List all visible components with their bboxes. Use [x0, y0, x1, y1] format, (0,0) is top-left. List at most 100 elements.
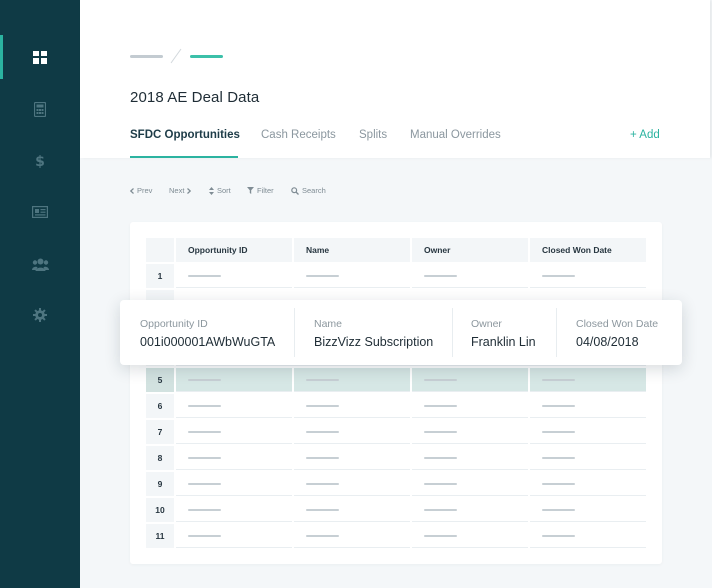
table-cell[interactable]	[176, 472, 292, 496]
table-cell[interactable]	[530, 264, 646, 288]
tab-splits[interactable]: Splits	[359, 129, 387, 141]
svg-text:$: $	[35, 154, 45, 169]
page-title: 2018 AE Deal Data	[130, 89, 260, 106]
table-cell[interactable]	[412, 264, 528, 288]
redacted-text	[188, 431, 221, 433]
filter-label: Filter	[257, 186, 274, 195]
breadcrumb-parent[interactable]	[130, 55, 163, 58]
redacted-text	[424, 457, 457, 459]
table-cell[interactable]	[530, 420, 646, 444]
add-button[interactable]: + Add	[630, 129, 660, 141]
table-cell[interactable]	[412, 524, 528, 548]
popover-value[interactable]: BizzVizz Subscription	[314, 335, 433, 349]
table-cell[interactable]	[176, 394, 292, 418]
record-detail-popover: Opportunity ID 001i000001AWbWuGTA Name B…	[120, 300, 682, 365]
tab-manual-overrides[interactable]: Manual Overrides	[410, 129, 501, 141]
nav-newspaper[interactable]	[0, 190, 80, 234]
table-cell[interactable]	[176, 368, 292, 392]
gear-icon	[33, 308, 47, 322]
table-cell[interactable]	[530, 394, 646, 418]
redacted-text	[306, 379, 339, 381]
popover-field-owner: Owner Franklin Lin	[452, 300, 556, 365]
next-button[interactable]: Next	[169, 186, 192, 195]
chevron-right-icon	[187, 187, 192, 194]
breadcrumb-current[interactable]	[190, 55, 223, 58]
sort-label: Sort	[217, 186, 231, 195]
table-cell[interactable]	[294, 446, 410, 470]
redacted-text	[542, 405, 575, 407]
redacted-text	[424, 275, 457, 277]
table-cell[interactable]	[176, 498, 292, 522]
redacted-text	[424, 483, 457, 485]
table-cell[interactable]	[294, 472, 410, 496]
table-cell[interactable]	[294, 498, 410, 522]
nav-dollar[interactable]: $	[0, 139, 80, 183]
redacted-text	[542, 535, 575, 537]
table-cell[interactable]	[530, 472, 646, 496]
redacted-text	[424, 379, 457, 381]
table-cell[interactable]	[294, 394, 410, 418]
table-cell[interactable]	[412, 420, 528, 444]
filter-button[interactable]: Filter	[247, 186, 274, 195]
tab-sfdc-opportunities[interactable]: SFDC Opportunities	[130, 129, 240, 141]
table-cell[interactable]	[530, 498, 646, 522]
filter-icon	[247, 187, 254, 194]
table-cell[interactable]	[176, 420, 292, 444]
nav-users[interactable]	[0, 242, 80, 286]
table-cell[interactable]	[412, 446, 528, 470]
column-header-name[interactable]: Name	[294, 238, 410, 262]
prev-button[interactable]: Prev	[130, 186, 152, 195]
search-icon	[291, 186, 299, 195]
row-number: 9	[146, 472, 174, 496]
nav-dashboard[interactable]	[0, 35, 80, 79]
prev-label: Prev	[137, 186, 153, 195]
redacted-text	[188, 483, 221, 485]
column-header-owner[interactable]: Owner	[412, 238, 528, 262]
redacted-text	[188, 457, 221, 459]
popover-value[interactable]: Franklin Lin	[471, 335, 536, 349]
dashboard-icon	[33, 50, 47, 64]
row-number: 6	[146, 394, 174, 418]
next-label: Next	[169, 186, 185, 195]
redacted-text	[306, 509, 339, 511]
search-button[interactable]: Search	[291, 186, 326, 195]
redacted-text	[188, 535, 221, 537]
column-header-opportunity-id[interactable]: Opportunity ID	[176, 238, 292, 262]
page-header: 2018 AE Deal Data SFDC Opportunities Cas…	[80, 0, 710, 158]
main-content: 2018 AE Deal Data SFDC Opportunities Cas…	[80, 0, 712, 588]
redacted-text	[188, 275, 221, 277]
table-cell[interactable]	[412, 498, 528, 522]
table-cell[interactable]	[294, 524, 410, 548]
table-cell[interactable]	[294, 420, 410, 444]
row-number-header	[146, 238, 174, 262]
table-cell[interactable]	[530, 446, 646, 470]
table-cell[interactable]	[294, 264, 410, 288]
table-cell[interactable]	[530, 368, 646, 392]
table-cell[interactable]	[412, 472, 528, 496]
popover-value[interactable]: 001i000001AWbWuGTA	[140, 335, 275, 349]
table-cell[interactable]	[176, 524, 292, 548]
active-tab-indicator	[130, 156, 238, 158]
row-number: 10	[146, 498, 174, 522]
popover-field-opportunity-id: Opportunity ID 001i000001AWbWuGTA	[120, 300, 294, 365]
redacted-text	[542, 379, 575, 381]
popover-label: Opportunity ID	[140, 318, 208, 330]
redacted-text	[306, 275, 339, 277]
redacted-text	[542, 457, 575, 459]
dollar-icon: $	[35, 154, 45, 169]
column-header-closed-won-date[interactable]: Closed Won Date	[530, 238, 646, 262]
table-cell[interactable]	[176, 446, 292, 470]
row-number: 8	[146, 446, 174, 470]
row-number: 11	[146, 524, 174, 548]
nav-settings[interactable]	[0, 293, 80, 337]
redacted-text	[306, 431, 339, 433]
nav-calculator[interactable]	[0, 87, 80, 131]
table-cell[interactable]	[530, 524, 646, 548]
table-cell[interactable]	[294, 368, 410, 392]
table-cell[interactable]	[412, 394, 528, 418]
tab-cash-receipts[interactable]: Cash Receipts	[261, 129, 336, 141]
table-cell[interactable]	[176, 264, 292, 288]
sort-button[interactable]: Sort	[209, 186, 231, 195]
table-cell[interactable]	[412, 368, 528, 392]
popover-value[interactable]: 04/08/2018	[576, 335, 639, 349]
